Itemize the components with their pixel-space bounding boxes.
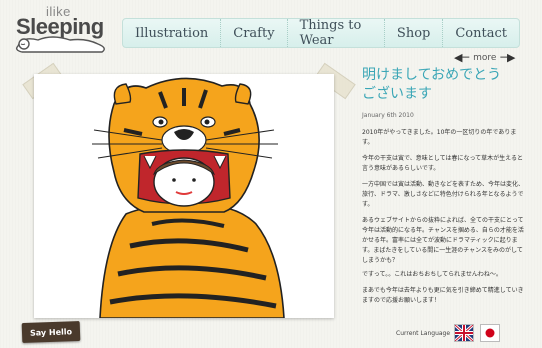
more-label: more xyxy=(473,52,497,63)
nav-item-shop[interactable]: Shop xyxy=(385,19,444,47)
tiger-costume-illustration xyxy=(92,77,285,319)
arrow-right-icon[interactable]: ─▶ xyxy=(500,51,515,64)
japan-flag-icon[interactable] xyxy=(480,324,500,342)
post-title: 明けましておめでとうございます xyxy=(362,67,502,102)
uk-flag-icon[interactable] xyxy=(454,323,474,343)
say-hello-button[interactable]: Say Hello xyxy=(21,320,81,344)
sleeping-figure-icon xyxy=(15,36,105,53)
post-paragraph: まあでも今年は去年よりも更に気を引き締めて精進していきますので応援お願いします！ xyxy=(362,287,524,304)
current-language-label: Current Language xyxy=(396,330,451,337)
nav-item-things-to-wear[interactable]: Things to Wear xyxy=(288,18,385,48)
site-logo[interactable]: ilike Sleeping xyxy=(8,2,118,56)
post-paragraph: 今年の干支は寅で、意味としては春になって草木が生えると言う意味があるらしいです。 xyxy=(362,155,523,172)
post-illustration xyxy=(34,74,334,319)
main-nav: Illustration Crafty Things to Wear Shop … xyxy=(122,18,520,48)
more-link[interactable]: ◀─ more ─▶ xyxy=(454,51,516,64)
post-paragraph: ですって。。これはおちおちしてられませんわね〜。 xyxy=(362,271,502,278)
post-paragraph: あるウェブサイトからの抜粋によれば、全ての干支にとって今年は活動的になる年。チャ… xyxy=(362,217,524,264)
post-paragraph: 一方中国では寅は活動、動きなどを表すため、今年は変化、旅行、ドラマ、激しさなどに… xyxy=(362,181,525,208)
nav-item-contact[interactable]: Contact xyxy=(443,19,519,47)
nav-item-crafty[interactable]: Crafty xyxy=(221,19,288,47)
nav-item-illustration[interactable]: Illustration xyxy=(123,19,222,47)
post-paragraph: 2010年がやってきました。10年の一区切りの年であります。 xyxy=(362,129,517,146)
post-date: January 6th 2010 xyxy=(362,112,414,119)
arrow-left-icon[interactable]: ◀─ xyxy=(454,51,469,64)
